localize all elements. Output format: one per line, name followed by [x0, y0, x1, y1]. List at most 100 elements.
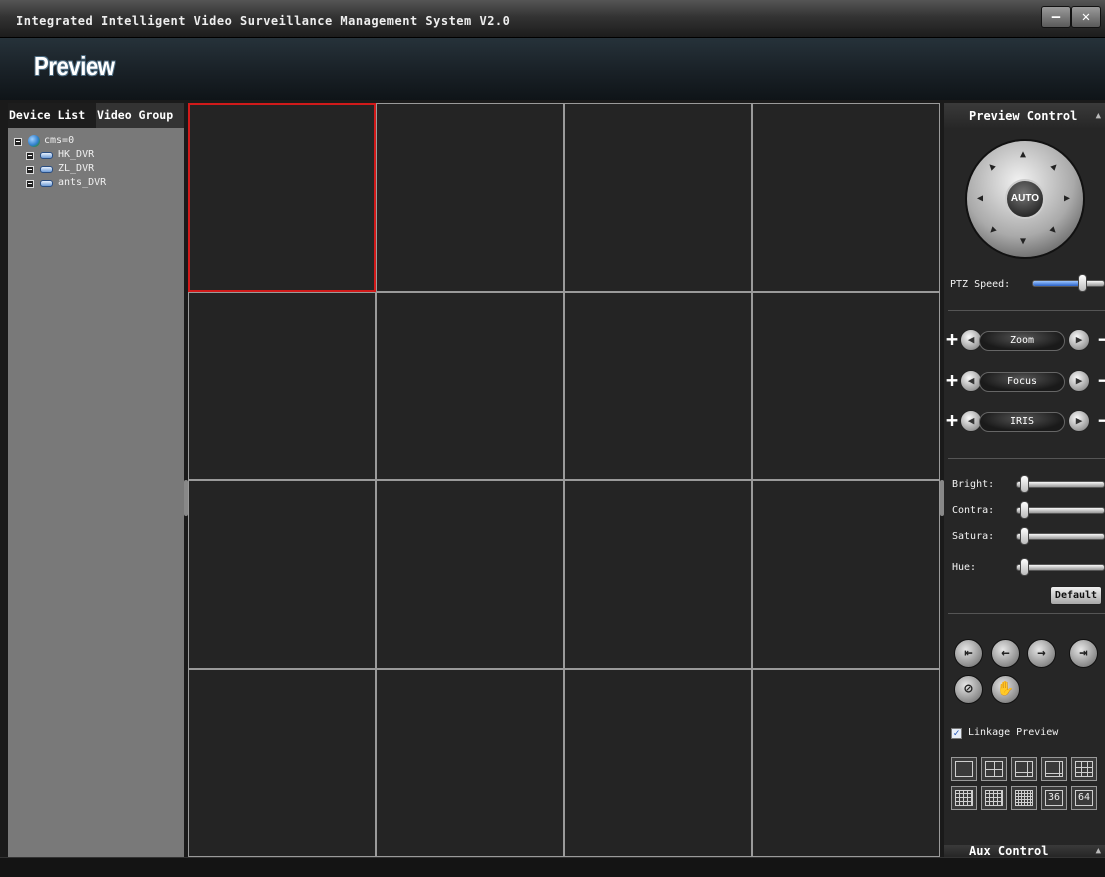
zoom-in-icon[interactable]: +: [946, 329, 958, 349]
video-cell[interactable]: [564, 668, 752, 857]
preview-control-header[interactable]: Preview Control ▲: [944, 103, 1105, 129]
video-cell[interactable]: [376, 291, 564, 480]
video-cell[interactable]: [564, 291, 752, 480]
iris-control: + ◀ IRIS ▶ −: [946, 405, 1105, 437]
focus-near-icon[interactable]: +: [946, 370, 958, 390]
layout-6-icon: [1015, 761, 1033, 777]
ptz-left-icon[interactable]: ◀: [977, 194, 983, 204]
zoom-right-button[interactable]: ▶: [1068, 329, 1090, 351]
video-cell[interactable]: [564, 480, 752, 669]
default-button[interactable]: Default: [1050, 586, 1102, 605]
contrast-slider[interactable]: [1016, 507, 1105, 514]
video-cell[interactable]: [752, 103, 940, 292]
tab-device-list[interactable]: Device List: [8, 103, 96, 128]
ptz-down-right-icon[interactable]: ▼: [1048, 225, 1060, 237]
stop-cycle-icon[interactable]: ⊘: [954, 675, 983, 704]
hue-slider[interactable]: [1016, 564, 1105, 571]
expand-icon[interactable]: [26, 152, 34, 160]
divider: [948, 310, 1105, 311]
device-panel: Device List Video Group cms=0 HK_DVR ZL_…: [8, 103, 184, 857]
video-cell[interactable]: [752, 291, 940, 480]
divider: [948, 613, 1105, 614]
video-cell[interactable]: [376, 480, 564, 669]
ptz-up-left-icon[interactable]: ▲: [986, 161, 998, 173]
dvr-icon: [40, 166, 53, 173]
left-arrow-icon[interactable]: ←: [991, 639, 1020, 668]
device-label: HK_DVR: [58, 149, 95, 160]
page-title: Preview: [34, 51, 115, 81]
device-label: ZL_DVR: [58, 163, 95, 174]
layout-16-button[interactable]: [951, 786, 977, 810]
video-cell[interactable]: [752, 668, 940, 857]
preview-control-title: Preview Control: [969, 109, 1078, 123]
video-cell[interactable]: [188, 480, 376, 669]
iris-open-icon[interactable]: +: [946, 410, 958, 430]
video-cell[interactable]: [188, 291, 376, 480]
previous-page-icon[interactable]: ⇤: [954, 639, 983, 668]
contrast-thumb[interactable]: [1020, 501, 1029, 519]
video-grid: [188, 103, 940, 857]
layout-8-button[interactable]: [1041, 757, 1067, 781]
expand-caret-icon[interactable]: ▲: [1096, 845, 1101, 857]
layout-6-button[interactable]: [1011, 757, 1037, 781]
expand-icon[interactable]: [26, 180, 34, 188]
expand-icon[interactable]: [26, 166, 34, 174]
focus-far-icon[interactable]: −: [1098, 370, 1105, 390]
close-button[interactable]: ✕: [1071, 6, 1101, 28]
layout-4-button[interactable]: [981, 757, 1007, 781]
hue-thumb[interactable]: [1020, 558, 1029, 576]
control-panel: Preview Control ▲ ▲ ▼ ◀ ▶ ▲ ▲ ▼ ▼ AUTO P…: [944, 103, 1105, 857]
layout-36-button[interactable]: 36: [1041, 786, 1067, 810]
iris-right-button[interactable]: ▶: [1068, 410, 1090, 432]
bright-slider[interactable]: [1016, 481, 1105, 488]
ptz-up-right-icon[interactable]: ▲: [1048, 161, 1060, 173]
ptz-up-icon[interactable]: ▲: [1020, 150, 1026, 160]
video-cell[interactable]: [376, 103, 564, 292]
focus-right-button[interactable]: ▶: [1068, 370, 1090, 392]
video-cell[interactable]: [752, 480, 940, 669]
hand-icon[interactable]: ✋: [991, 675, 1020, 704]
ptz-auto-button[interactable]: AUTO: [1005, 179, 1045, 219]
video-cell[interactable]: [188, 103, 376, 292]
zoom-label: Zoom: [979, 331, 1065, 351]
saturation-slider[interactable]: [1016, 533, 1105, 540]
ptz-speed-slider[interactable]: [1032, 280, 1105, 287]
video-cell[interactable]: [564, 103, 752, 292]
ptz-direction-pad[interactable]: ▲ ▼ ◀ ▶ ▲ ▲ ▼ ▼ AUTO: [967, 141, 1083, 257]
layout-9-button[interactable]: [1071, 757, 1097, 781]
minimize-button[interactable]: –: [1041, 6, 1071, 28]
contrast-label: Contra:: [952, 505, 995, 516]
dvr-icon: [40, 152, 53, 159]
layout-13-button[interactable]: [981, 786, 1007, 810]
focus-label: Focus: [979, 372, 1065, 392]
tree-root-label: cms=0: [44, 135, 75, 146]
linkage-preview-label: Linkage Preview: [968, 727, 1059, 738]
layout-1-button[interactable]: [951, 757, 977, 781]
next-page-icon[interactable]: ⇥: [1069, 639, 1098, 668]
tab-video-group[interactable]: Video Group: [96, 103, 184, 128]
layout-64-label: 64: [1075, 790, 1093, 806]
device-label: ants_DVR: [58, 177, 107, 188]
ptz-right-icon[interactable]: ▶: [1064, 194, 1070, 204]
layout-36-label: 36: [1045, 790, 1063, 806]
layout-25-button[interactable]: [1011, 786, 1037, 810]
collapse-caret-icon[interactable]: ▲: [1096, 103, 1101, 129]
video-cell[interactable]: [376, 668, 564, 857]
ptz-down-icon[interactable]: ▼: [1020, 237, 1026, 247]
zoom-control: + ◀ Zoom ▶ −: [946, 324, 1105, 356]
ptz-down-left-icon[interactable]: ▼: [986, 225, 998, 237]
iris-close-icon[interactable]: −: [1098, 410, 1105, 430]
right-arrow-icon[interactable]: →: [1027, 639, 1056, 668]
saturation-thumb[interactable]: [1020, 527, 1029, 545]
layout-8-icon: [1045, 761, 1063, 777]
bright-thumb[interactable]: [1020, 475, 1029, 493]
video-cell[interactable]: [188, 668, 376, 857]
ptz-speed-thumb[interactable]: [1078, 274, 1088, 292]
layout-25-icon: [1015, 790, 1033, 806]
linkage-preview-checkbox[interactable]: ✓: [951, 728, 962, 739]
ptz-speed-label: PTZ Speed:: [950, 279, 1011, 290]
collapse-icon[interactable]: [14, 138, 22, 146]
zoom-out-icon[interactable]: −: [1098, 329, 1105, 349]
aux-control-header[interactable]: Aux Control ▲: [944, 845, 1105, 857]
layout-64-button[interactable]: 64: [1071, 786, 1097, 810]
